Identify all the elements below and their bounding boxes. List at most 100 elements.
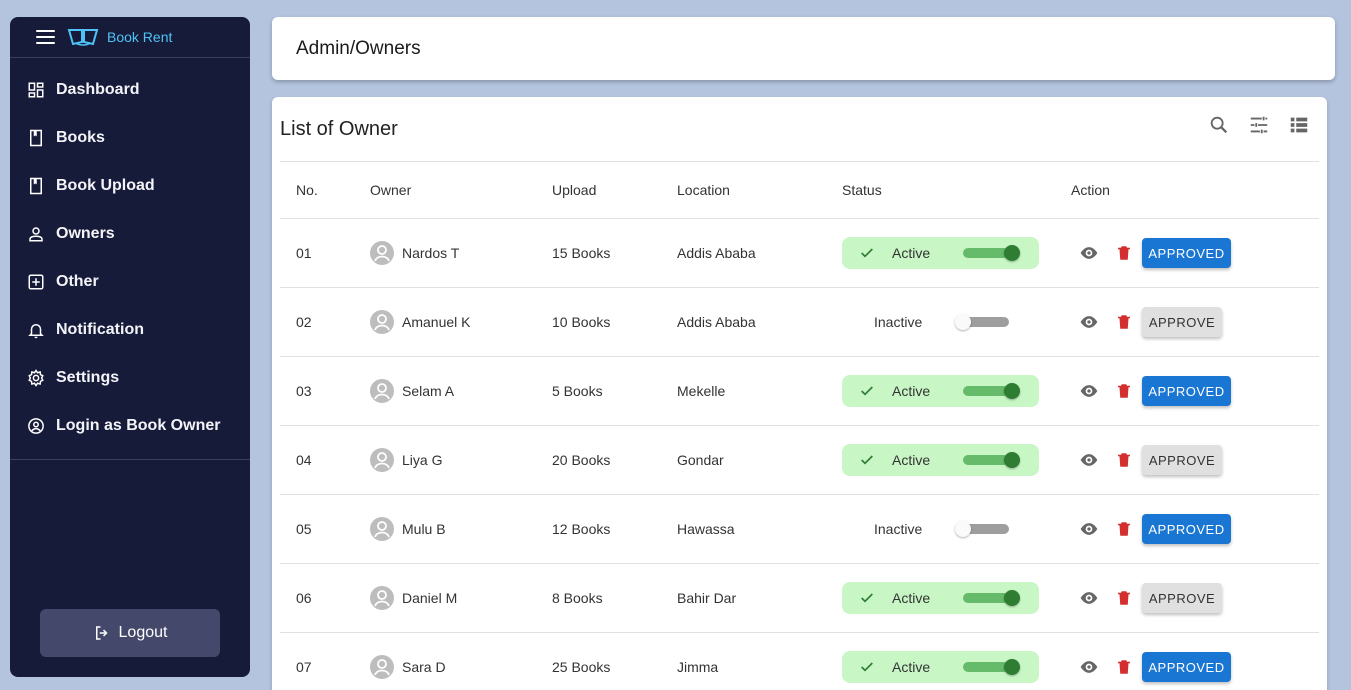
table-row: 07 Sara D 25 Books Jimma Active APPROVED (280, 633, 1319, 690)
view-eye-icon[interactable] (1078, 449, 1100, 471)
sidebar-item-label: Owners (56, 225, 115, 242)
toggle-track (963, 386, 1009, 396)
logout-label: Logout (118, 624, 168, 641)
delete-trash-icon[interactable] (1113, 449, 1135, 471)
sidebar-item-label: Login as Book Owner (56, 417, 221, 434)
filter-sliders-icon[interactable] (1247, 113, 1271, 137)
gear-icon (27, 369, 45, 387)
sidebar-item-dashboard[interactable]: Dashboard (10, 66, 250, 114)
book-upload-icon (27, 177, 45, 195)
sidebar-item-login-as-owner[interactable]: Login as Book Owner (10, 402, 250, 450)
owner-name: Liya G (402, 452, 443, 468)
delete-trash-icon[interactable] (1113, 242, 1135, 264)
logout-icon (95, 626, 108, 640)
approved-button[interactable]: APPROVED (1142, 514, 1231, 544)
status-toggle[interactable] (963, 383, 1020, 399)
book-logo-icon (67, 29, 99, 46)
cell-upload: 10 Books (552, 314, 611, 330)
cell-no: 07 (296, 659, 312, 675)
sidebar-item-book-upload[interactable]: Book Upload (10, 162, 250, 210)
breadcrumb: Admin/Owners (296, 37, 421, 59)
hamburger-menu-icon[interactable] (36, 30, 55, 44)
sidebar-item-books[interactable]: Books (10, 114, 250, 162)
status-toggle[interactable] (963, 659, 1020, 675)
delete-trash-icon[interactable] (1113, 380, 1135, 402)
table-body: 01 Nardos T 15 Books Addis Ababa Active (280, 219, 1319, 690)
column-header-upload[interactable]: Upload (552, 182, 677, 198)
person-avatar-icon (374, 659, 390, 676)
search-icon[interactable] (1207, 113, 1231, 137)
sidebar-item-settings[interactable]: Settings (10, 354, 250, 402)
cell-owner: Nardos T (370, 241, 552, 265)
status-toggle[interactable] (955, 314, 1019, 330)
table-row: 05 Mulu B 12 Books Hawassa Inactive APPR… (280, 495, 1319, 564)
table-row: 04 Liya G 20 Books Gondar Active APPROVE (280, 426, 1319, 495)
sidebar: Book Rent Dashboard Books Book Upload Ow… (10, 17, 250, 677)
approved-button[interactable]: APPROVED (1142, 238, 1231, 268)
sidebar-item-label: Notification (56, 321, 144, 338)
column-header-action[interactable]: Action (1071, 182, 1319, 198)
column-header-no[interactable]: No. (280, 182, 370, 198)
cell-owner: Mulu B (370, 517, 552, 541)
cell-action: APPROVED (1071, 514, 1319, 544)
check-icon (861, 386, 873, 396)
delete-trash-icon[interactable] (1113, 587, 1135, 609)
check-icon (861, 662, 873, 672)
person-avatar-icon (374, 383, 390, 400)
cell-action: APPROVE (1071, 583, 1319, 613)
status-toggle[interactable] (963, 452, 1020, 468)
toggle-thumb (1004, 245, 1020, 261)
status-badge: Active (842, 237, 1039, 269)
status-badge: Inactive (842, 306, 1039, 338)
view-eye-icon[interactable] (1078, 587, 1100, 609)
toggle-thumb (955, 521, 971, 537)
toggle-track (963, 248, 1009, 258)
approve-button[interactable]: APPROVE (1142, 307, 1222, 337)
status-badge: Active (842, 375, 1039, 407)
toggle-thumb (1004, 383, 1020, 399)
delete-trash-icon[interactable] (1113, 518, 1135, 540)
cell-location: Bahir Dar (677, 590, 737, 606)
sidebar-item-label: Books (56, 129, 105, 146)
status-toggle[interactable] (955, 521, 1019, 537)
status-toggle[interactable] (963, 590, 1020, 606)
toggle-track (963, 455, 1009, 465)
cell-status: Active (842, 651, 1071, 683)
sidebar-item-notification[interactable]: Notification (10, 306, 250, 354)
status-badge: Active (842, 651, 1039, 683)
owner-name: Selam A (402, 383, 455, 399)
bell-icon (27, 321, 45, 339)
density-list-icon[interactable] (1287, 113, 1311, 137)
delete-trash-icon[interactable] (1113, 311, 1135, 333)
person-avatar-icon (374, 452, 390, 469)
view-eye-icon[interactable] (1078, 380, 1100, 402)
column-header-location[interactable]: Location (677, 182, 842, 198)
page-title: List of Owner (280, 117, 398, 140)
cell-upload: 5 Books (552, 383, 603, 399)
sidebar-item-owners[interactable]: Owners (10, 210, 250, 258)
owner-name: Mulu B (402, 521, 446, 537)
cell-owner: Selam A (370, 379, 552, 403)
approved-button[interactable]: APPROVED (1142, 376, 1231, 406)
status-toggle[interactable] (963, 245, 1020, 261)
view-eye-icon[interactable] (1078, 311, 1100, 333)
view-eye-icon[interactable] (1078, 242, 1100, 264)
column-header-status[interactable]: Status (842, 182, 1071, 198)
owners-card-header: List of Owner (272, 97, 1327, 161)
delete-trash-icon[interactable] (1113, 656, 1135, 678)
column-header-owner[interactable]: Owner (370, 182, 552, 198)
approve-button[interactable]: APPROVE (1142, 445, 1222, 475)
view-eye-icon[interactable] (1078, 656, 1100, 678)
brand-name: Book Rent (107, 29, 173, 45)
cell-no: 06 (296, 590, 312, 606)
view-eye-icon[interactable] (1078, 518, 1100, 540)
person-avatar-icon (374, 245, 390, 262)
toggle-track (963, 593, 1009, 603)
avatar (370, 379, 394, 403)
status-badge: Inactive (842, 513, 1039, 545)
approve-button[interactable]: APPROVE (1142, 583, 1222, 613)
sidebar-item-other[interactable]: Other (10, 258, 250, 306)
account-circle-icon (27, 417, 45, 435)
logout-button[interactable]: Logout (40, 609, 220, 657)
approved-button[interactable]: APPROVED (1142, 652, 1231, 682)
